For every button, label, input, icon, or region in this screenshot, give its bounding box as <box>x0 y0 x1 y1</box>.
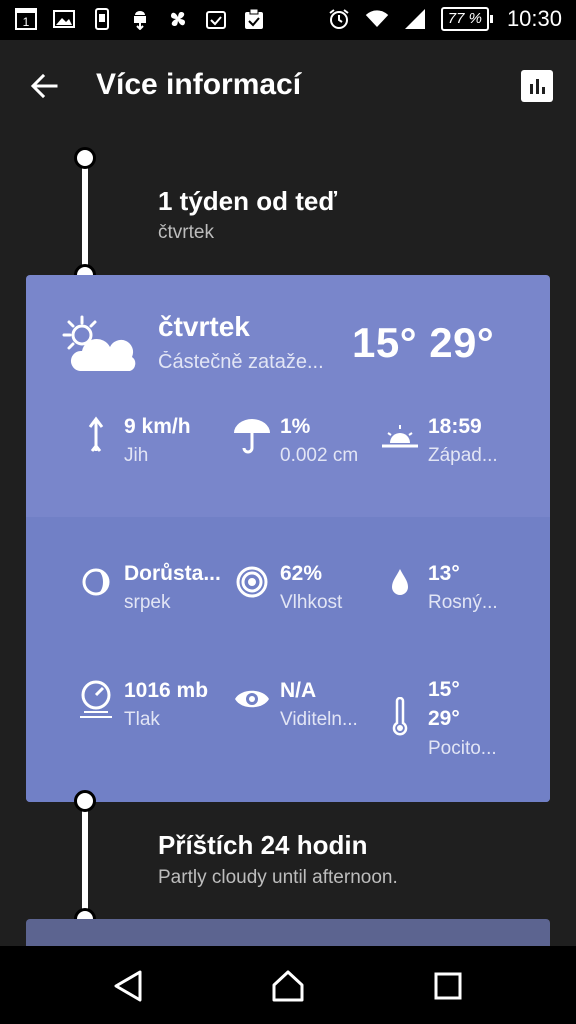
partly-cloudy-day-icon <box>60 315 136 377</box>
section-title: 1 týden od teď <box>158 186 338 216</box>
app-bar: Více informací <box>0 40 576 132</box>
forecast-temps: 15° 29° <box>352 319 494 367</box>
timeline-line <box>82 158 88 276</box>
bar-chart-icon[interactable] <box>521 70 553 102</box>
stat-value: 13° <box>428 562 460 585</box>
stat-label: Vlhkost <box>280 592 343 613</box>
section-title: Příštích 24 hodin <box>158 830 368 860</box>
gallery-notification-icon <box>52 7 76 31</box>
temp-high: 29° <box>429 319 495 366</box>
feels-like-high: 29° <box>428 707 460 730</box>
alarm-clock-icon <box>327 7 351 31</box>
stat-value: 1% <box>280 415 311 438</box>
timeline-line <box>82 802 88 920</box>
android-download-icon <box>128 7 152 31</box>
stat-value: 15° 29° <box>428 675 460 733</box>
pressure-gauge-icon <box>76 679 116 719</box>
timeline-dot <box>74 790 96 812</box>
battery-level: 77 % <box>440 7 489 31</box>
stat-label: srpek <box>124 592 171 613</box>
stat-label: Viditeln... <box>280 709 358 730</box>
moon-phase-icon <box>76 562 116 602</box>
stat-label: Pocito... <box>428 738 497 759</box>
visibility-eye-icon <box>232 679 272 719</box>
status-bar: 1 77 % 10:30 <box>0 0 576 40</box>
nav-back-icon[interactable] <box>110 968 146 1004</box>
back-arrow-icon[interactable] <box>26 68 62 104</box>
feels-like-low: 15° <box>428 678 460 701</box>
forecast-condition: Částečně zataže... <box>158 351 324 373</box>
temp-low: 15° <box>352 319 418 366</box>
forecast-card[interactable]: čtvrtek Částečně zataže... 15° 29° 9 km/… <box>26 275 550 802</box>
wifi-icon <box>365 7 389 31</box>
stat-label: Západ... <box>428 445 498 466</box>
cell-signal-icon <box>403 7 427 31</box>
svg-text:1: 1 <box>23 15 30 29</box>
humidity-icon <box>232 562 272 602</box>
stat-label: Jih <box>124 445 149 466</box>
stat-value: N/A <box>280 679 317 702</box>
stat-label: Rosný... <box>428 592 498 613</box>
stat-value: Dorůsta... <box>124 562 221 585</box>
nav-home-icon[interactable] <box>270 968 306 1004</box>
clock-time: 10:30 <box>506 6 562 31</box>
navigation-bar <box>0 946 576 1024</box>
sync-phone-icon <box>90 7 114 31</box>
task-done-icon <box>204 7 228 31</box>
battery-indicator: 77 % <box>440 7 493 31</box>
sim-badge-icon: 1 <box>14 7 38 31</box>
umbrella-icon <box>232 415 272 455</box>
nav-recents-icon[interactable] <box>430 968 466 1004</box>
timeline-dot <box>74 147 96 169</box>
sunset-icon <box>380 415 420 455</box>
wind-direction-icon <box>76 415 116 455</box>
stat-value: 62% <box>280 562 323 585</box>
dew-point-icon <box>380 562 420 602</box>
stat-value: 9 km/h <box>124 415 191 438</box>
stat-value: 1016 mb <box>124 679 209 702</box>
stat-value: 18:59 <box>428 415 482 438</box>
stat-label: 0.002 cm <box>280 445 359 466</box>
section-subtitle: Partly cloudy until afternoon. <box>158 867 398 888</box>
stat-label: Tlak <box>124 709 160 730</box>
fan-notification-icon <box>166 7 190 31</box>
forecast-day: čtvrtek <box>158 311 250 342</box>
clipboard-check-icon <box>242 7 266 31</box>
thermometer-icon <box>380 697 420 737</box>
page-title: Více informací <box>96 68 302 101</box>
section-subtitle: čtvrtek <box>158 222 214 243</box>
